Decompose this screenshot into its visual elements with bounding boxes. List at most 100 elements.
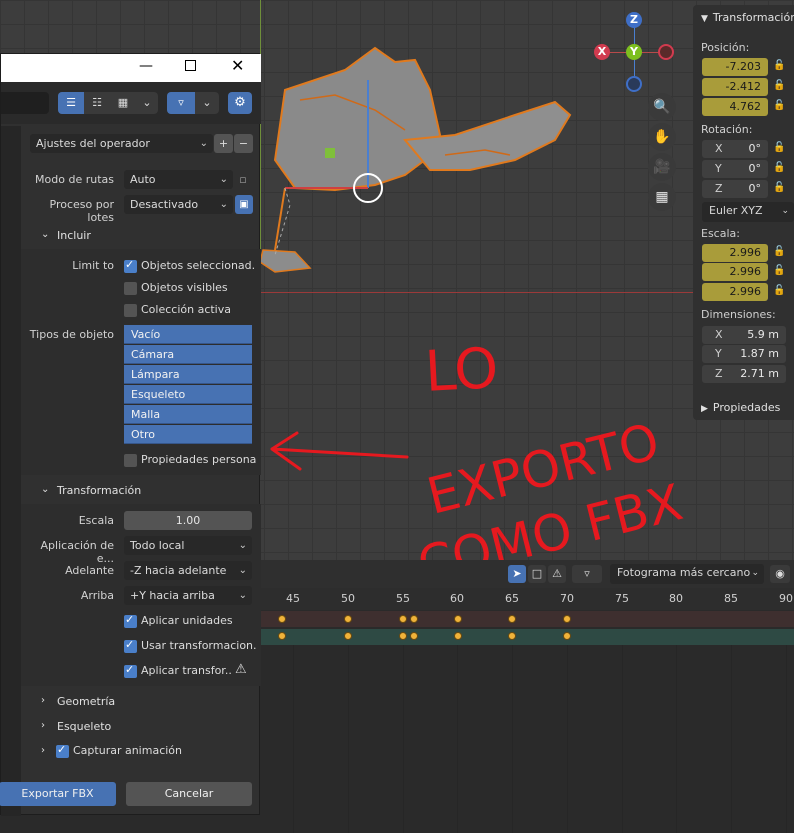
position-y-field[interactable]: -2.412 <box>702 78 768 96</box>
keyframe[interactable] <box>508 615 516 623</box>
transform-section-header[interactable]: ⌄ Transformación <box>21 478 261 504</box>
object-type-empty[interactable]: Vacío <box>124 325 252 344</box>
gizmo-neg-z-icon[interactable] <box>626 76 642 92</box>
keyframe[interactable] <box>399 632 407 640</box>
scale-z-field[interactable]: 2.996 <box>702 283 768 301</box>
keyframe[interactable] <box>563 615 571 623</box>
keyframe[interactable] <box>454 632 462 640</box>
chevron-down-icon[interactable]: ⌄ <box>136 92 158 114</box>
select-tool-icon[interactable]: ➤ <box>508 565 526 583</box>
dimension-z-field[interactable]: Z 2.71 m <box>702 365 786 383</box>
dimension-x-field[interactable]: X 5.9 m <box>702 326 786 344</box>
object-type-mesh[interactable]: Malla <box>124 405 252 424</box>
keyframe[interactable] <box>344 615 352 623</box>
batch-collection-icon[interactable]: ▣ <box>235 195 253 214</box>
export-fbx-button[interactable]: Exportar FBX <box>0 782 116 806</box>
keyframe[interactable] <box>410 615 418 623</box>
up-axis-dropdown[interactable]: +Y hacia arriba ⌄ <box>124 586 252 605</box>
close-icon[interactable]: ✕ <box>231 56 244 75</box>
lock-icon[interactable]: 🔓 <box>773 100 785 111</box>
properties-section[interactable]: ▶ Propiedades <box>701 401 780 414</box>
use-space-transform-checkbox[interactable] <box>124 638 137 653</box>
rotation-mode-dropdown[interactable]: Euler XYZ ⌄ <box>702 202 794 222</box>
armature-section-header[interactable]: › Esqueleto <box>21 714 261 740</box>
settings-gear-icon[interactable]: ⚙ <box>228 92 252 114</box>
rotation-z-field[interactable]: Z 0° <box>702 180 768 198</box>
use-space-transform-label: Usar transformacion... <box>141 639 256 652</box>
gizmo-x-icon[interactable]: X <box>594 44 610 60</box>
include-section-header[interactable]: ⌄ Incluir <box>21 223 261 249</box>
lock-icon[interactable]: 🔓 <box>773 142 785 153</box>
operator-preset-dropdown[interactable]: Ajustes del operador ⌄ <box>30 134 213 153</box>
scale-y-field[interactable]: 2.996 <box>702 263 768 281</box>
path-input[interactable] <box>1 92 49 114</box>
embed-textures-icon[interactable]: ▫ <box>235 172 251 187</box>
visible-objects-checkbox[interactable] <box>124 282 137 295</box>
box-select-icon[interactable]: □ <box>528 565 546 583</box>
object-type-armature[interactable]: Esqueleto <box>124 385 252 404</box>
keyframe[interactable] <box>410 632 418 640</box>
path-mode-dropdown[interactable]: Auto ⌄ <box>124 170 233 189</box>
gizmo-z-icon[interactable]: Z <box>626 12 642 28</box>
remove-preset-button[interactable]: − <box>234 134 253 153</box>
lock-icon[interactable]: 🔓 <box>773 60 785 71</box>
lock-icon[interactable]: 🔓 <box>773 162 785 173</box>
keyframe[interactable] <box>278 632 286 640</box>
cancel-button[interactable]: Cancelar <box>126 782 252 806</box>
active-collection-checkbox[interactable] <box>124 304 137 317</box>
panther-model[interactable] <box>255 40 585 280</box>
horizontal-list-icon[interactable]: ☷ <box>84 92 110 114</box>
chevron-down-icon[interactable]: ⌄ <box>195 92 219 114</box>
snap-toggle-icon[interactable]: ◉ <box>770 565 790 583</box>
file-list-strip <box>1 126 21 816</box>
lock-icon[interactable]: 🔓 <box>773 285 785 296</box>
custom-properties-checkbox[interactable] <box>124 454 137 467</box>
apply-units-checkbox[interactable] <box>124 613 137 628</box>
sidebar-title[interactable]: ▼ Transformación <box>701 11 794 24</box>
object-type-lamp[interactable]: Lámpara <box>124 365 252 384</box>
object-type-camera[interactable]: Cámara <box>124 345 252 364</box>
add-preset-button[interactable]: + <box>214 134 233 153</box>
position-z-field[interactable]: 4.762 <box>702 98 768 116</box>
zoom-icon[interactable]: 🔍 <box>648 93 676 121</box>
scale-field[interactable]: 1.00 <box>124 511 252 530</box>
list-view-icon[interactable]: ☰ <box>58 92 84 114</box>
lock-icon[interactable]: 🔓 <box>773 80 785 91</box>
rotation-x-field[interactable]: X 0° <box>702 140 768 158</box>
lock-icon[interactable]: 🔓 <box>773 265 785 276</box>
object-type-other[interactable]: Otro <box>124 425 252 444</box>
pan-hand-icon[interactable]: ✋ <box>648 123 676 151</box>
filter-icon[interactable]: ▿ <box>167 92 195 114</box>
keyframe[interactable] <box>454 615 462 623</box>
grid-view-icon[interactable]: ▦ <box>648 183 676 211</box>
filter-icon[interactable]: ▿ <box>572 565 602 583</box>
keyframe[interactable] <box>399 615 407 623</box>
warning-icon[interactable]: ⚠ <box>548 565 566 583</box>
thumbnails-icon[interactable]: ▦ <box>110 92 136 114</box>
apply-scaling-dropdown[interactable]: Todo local ⌄ <box>124 536 252 555</box>
keyframe[interactable] <box>344 632 352 640</box>
gizmo-y-icon[interactable]: Y <box>626 44 642 60</box>
keyframe[interactable] <box>508 632 516 640</box>
chevron-down-icon: ⌄ <box>219 199 228 210</box>
minimize-icon[interactable]: — <box>139 58 153 74</box>
geometry-section-header[interactable]: › Geometría <box>21 689 261 715</box>
lock-icon[interactable]: 🔓 <box>773 182 785 193</box>
gizmo-neg-y-icon[interactable] <box>658 44 674 60</box>
lock-icon[interactable]: 🔓 <box>773 246 785 257</box>
rotation-y-field[interactable]: Y 0° <box>702 160 768 178</box>
maximize-icon[interactable] <box>185 60 196 71</box>
keyframe[interactable] <box>278 615 286 623</box>
selected-objects-checkbox[interactable] <box>124 258 137 273</box>
keyframe[interactable] <box>563 632 571 640</box>
dimension-y-field[interactable]: Y 1.87 m <box>702 345 786 363</box>
position-x-field[interactable]: -7.203 <box>702 58 768 76</box>
camera-icon[interactable]: 🎥 <box>648 153 676 181</box>
scale-x-field[interactable]: 2.996 <box>702 244 768 262</box>
batch-mode-dropdown[interactable]: Desactivado ⌄ <box>124 195 233 214</box>
apply-transform-checkbox[interactable] <box>124 663 137 678</box>
bake-animation-checkbox[interactable] <box>56 743 69 758</box>
forward-axis-dropdown[interactable]: -Z hacia adelante ⌄ <box>124 561 252 580</box>
snap-mode-dropdown[interactable]: Fotograma más cercano ⌄ <box>610 564 764 584</box>
limit-to-label: Limit to <box>72 259 114 272</box>
